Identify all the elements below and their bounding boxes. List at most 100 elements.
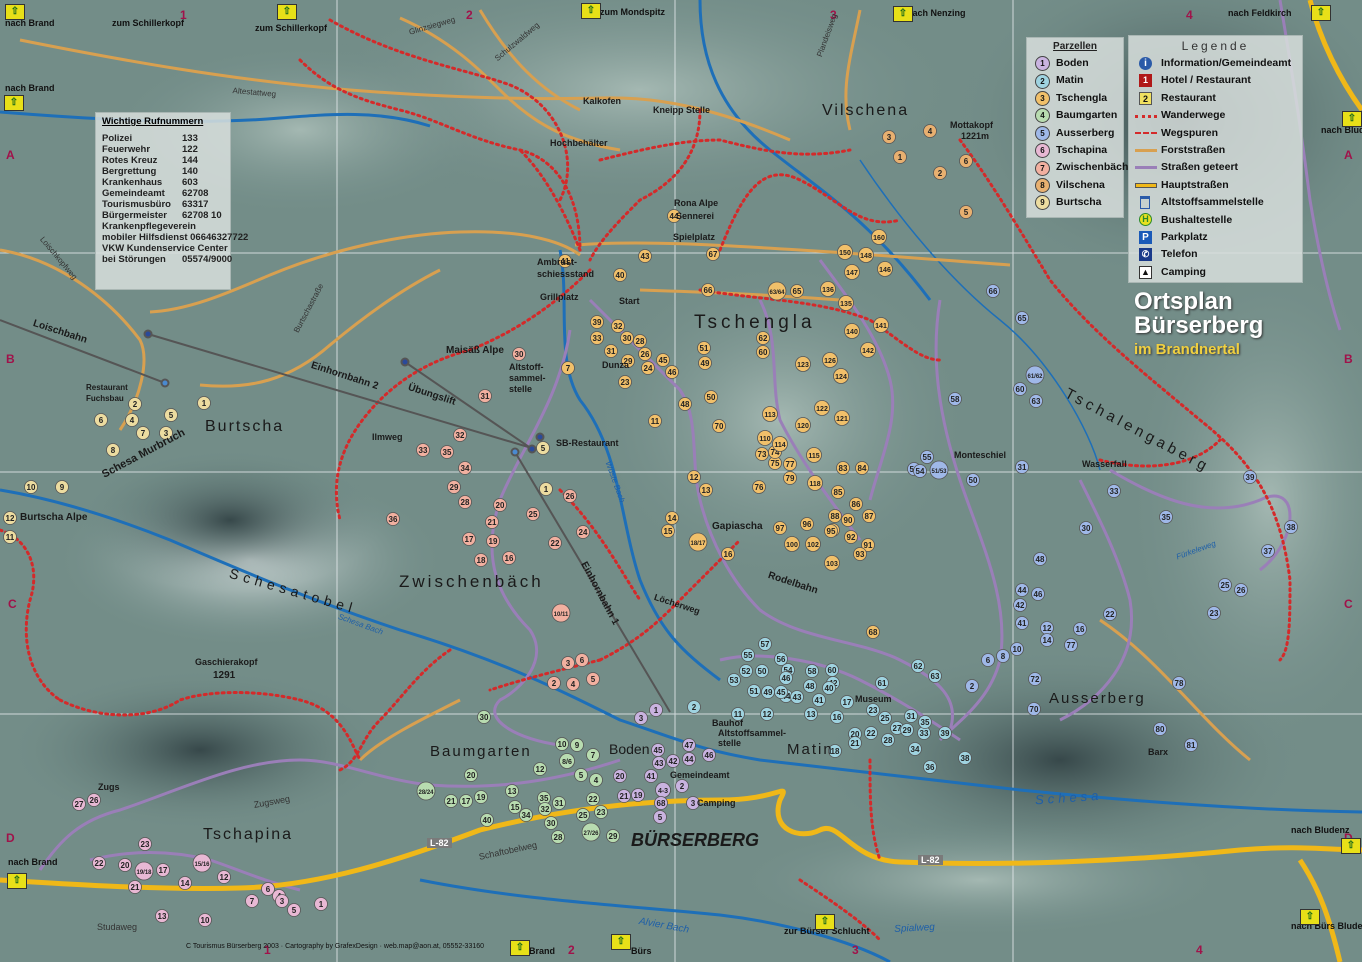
parcel-marker[interactable]: 73 — [755, 447, 769, 461]
parcel-marker[interactable]: 30 — [512, 347, 526, 361]
parcel-marker[interactable]: 2 — [547, 676, 561, 690]
parcel-marker[interactable]: 32 — [453, 428, 467, 442]
parcel-marker[interactable]: 10 — [1010, 642, 1024, 656]
map[interactable]: 3 4 1 6 2 5 41 40 43 67 44 66 39 32 33 31 30 28 26 29 24 45 46… — [0, 0, 1362, 962]
parcel-marker[interactable]: 45 — [656, 353, 670, 367]
parcel-marker[interactable]: 50 — [966, 473, 980, 487]
parcel-marker[interactable]: 28 — [458, 495, 472, 509]
parcel-marker[interactable]: 68 — [654, 796, 668, 810]
parcel-marker[interactable]: 5 — [959, 205, 973, 219]
parcel-marker[interactable]: 61/62 — [1025, 365, 1045, 385]
parcel-marker[interactable]: 10/11 — [551, 603, 571, 623]
parcel-marker[interactable]: 28/24 — [416, 781, 436, 801]
parcel-marker[interactable]: 31 — [1015, 460, 1029, 474]
parcel-marker[interactable]: 27 — [72, 797, 86, 811]
parcel-marker[interactable]: 21 — [617, 789, 631, 803]
parcel-marker[interactable]: 33 — [590, 331, 604, 345]
parcel-marker[interactable]: 41 — [644, 769, 658, 783]
parcel-marker[interactable]: 51/53 — [929, 460, 949, 480]
parcel-marker[interactable]: 60 — [825, 663, 839, 677]
parcel-marker[interactable]: 43 — [638, 249, 652, 263]
parcel-marker[interactable]: 15/16 — [192, 853, 212, 873]
parcel-marker[interactable]: 2 — [687, 700, 701, 714]
parcel-marker[interactable]: 45 — [651, 743, 665, 757]
parcel-marker[interactable]: 10 — [24, 480, 38, 494]
parcel-marker[interactable]: 8/6 — [559, 753, 575, 769]
parcel-marker[interactable]: 46 — [665, 365, 679, 379]
parcel-marker[interactable]: 12 — [687, 470, 701, 484]
parcel-marker[interactable]: 33 — [1107, 484, 1121, 498]
parcel-marker[interactable]: 22 — [548, 536, 562, 550]
parcel-marker[interactable]: 35 — [440, 445, 454, 459]
parcel-marker[interactable]: 3 — [634, 711, 648, 725]
parcel-marker[interactable]: 5 — [574, 768, 588, 782]
parcel-marker[interactable]: 46 — [1031, 587, 1045, 601]
parcel-marker[interactable]: 20 — [493, 498, 507, 512]
parcel-marker[interactable]: 7 — [245, 894, 259, 908]
parcel-marker[interactable]: 58 — [805, 664, 819, 678]
parcel-marker[interactable]: 30 — [544, 816, 558, 830]
parcel-marker[interactable]: 39 — [1243, 470, 1257, 484]
parcel-marker[interactable]: 21 — [848, 736, 862, 750]
parcel-marker[interactable]: 65 — [790, 284, 804, 298]
parcel-marker[interactable]: 33 — [416, 443, 430, 457]
parcel-marker[interactable]: 20 — [613, 769, 627, 783]
parcel-marker[interactable]: 25 — [1218, 578, 1232, 592]
parcel-marker[interactable]: 14 — [1040, 633, 1054, 647]
parcel-marker[interactable]: 2 — [675, 779, 689, 793]
parcel-marker[interactable]: 17 — [156, 863, 170, 877]
parcel-marker[interactable]: 34 — [519, 808, 533, 822]
parcel-marker[interactable]: 113 — [762, 406, 778, 422]
parcel-marker[interactable]: 23 — [618, 375, 632, 389]
parcel-marker[interactable]: 55 — [741, 648, 755, 662]
parcel-marker[interactable]: 23 — [1207, 606, 1221, 620]
parcel-marker[interactable]: 115 — [806, 447, 822, 463]
parcel-marker[interactable]: 11 — [3, 530, 17, 544]
parcel-marker[interactable]: 8 — [996, 649, 1010, 663]
parcel-marker[interactable]: 49 — [761, 685, 775, 699]
parcel-marker[interactable]: 16 — [502, 551, 516, 565]
parcel-marker[interactable]: 77 — [783, 457, 797, 471]
parcel-marker[interactable]: 66 — [701, 283, 715, 297]
parcel-marker[interactable]: 1 — [649, 703, 663, 717]
parcel-marker[interactable]: 31 — [552, 796, 566, 810]
parcel-marker[interactable]: 47 — [682, 738, 696, 752]
parcel-marker[interactable]: 83 — [836, 461, 850, 475]
parcel-marker[interactable]: 12 — [533, 762, 547, 776]
parcel-marker[interactable]: 5 — [586, 672, 600, 686]
parcel-marker[interactable]: 15 — [508, 800, 522, 814]
parcel-marker[interactable]: 57 — [758, 637, 772, 651]
parcel-marker[interactable]: 1 — [893, 150, 907, 164]
parcel-marker[interactable]: 26 — [1234, 583, 1248, 597]
parcel-marker[interactable]: 4 — [923, 124, 937, 138]
parcel-marker[interactable]: 50 — [704, 390, 718, 404]
parcel-marker[interactable]: 40 — [480, 813, 494, 827]
parcel-marker[interactable]: 4-3 — [655, 782, 671, 798]
parcel-marker[interactable]: 13 — [699, 483, 713, 497]
parcel-marker[interactable]: 6 — [94, 413, 108, 427]
parcel-marker[interactable]: 5 — [653, 810, 667, 824]
parcel-marker[interactable]: 85 — [831, 485, 845, 499]
parcel-marker[interactable]: 140 — [844, 323, 860, 339]
parcel-marker[interactable]: 122 — [814, 400, 830, 416]
parcel-marker[interactable]: 29 — [447, 480, 461, 494]
parcel-marker[interactable]: 45 — [774, 685, 788, 699]
parcel-marker[interactable]: 142 — [860, 342, 876, 358]
parcel-marker[interactable]: 4 — [566, 677, 580, 691]
parcel-marker[interactable]: 9 — [570, 738, 584, 752]
parcel-marker[interactable]: 102 — [805, 536, 821, 552]
parcel-marker[interactable]: 136 — [820, 281, 836, 297]
parcel-marker[interactable]: 39 — [590, 315, 604, 329]
parcel-marker[interactable]: 13 — [155, 909, 169, 923]
parcel-marker[interactable]: 55 — [920, 450, 934, 464]
parcel-marker[interactable]: 10 — [198, 913, 212, 927]
parcel-marker[interactable]: 67 — [706, 247, 720, 261]
parcel-marker[interactable]: 29 — [900, 723, 914, 737]
parcel-marker[interactable]: 6 — [575, 653, 589, 667]
parcel-marker[interactable]: 84 — [855, 461, 869, 475]
parcel-marker[interactable]: 65 — [1015, 311, 1029, 325]
parcel-marker[interactable]: 58 — [948, 392, 962, 406]
parcel-marker[interactable]: 81 — [1184, 738, 1198, 752]
parcel-marker[interactable]: 7 — [136, 426, 150, 440]
parcel-marker[interactable]: 46 — [702, 748, 716, 762]
